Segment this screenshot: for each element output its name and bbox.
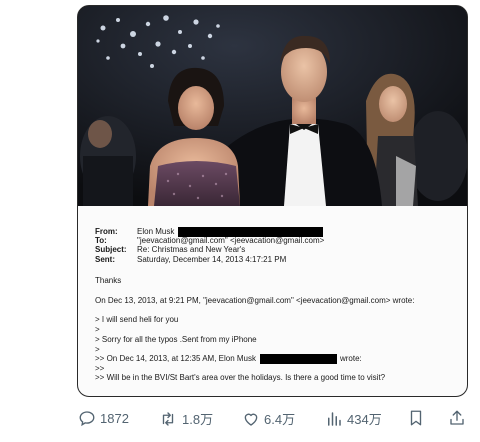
- quote-line: >: [95, 325, 100, 334]
- reply-count: 1872: [100, 410, 129, 426]
- reply-button[interactable]: 1872: [78, 409, 129, 427]
- views-button[interactable]: 434万: [325, 409, 382, 428]
- email-header: From: Elon Musk To: "jeevacation@gmail.c…: [95, 226, 324, 265]
- sent-label: Sent:: [95, 254, 115, 264]
- email-from-row: From: Elon Musk: [95, 226, 324, 237]
- email-screenshot: From: Elon Musk To: "jeevacation@gmail.c…: [78, 206, 467, 396]
- bookmark-button[interactable]: [407, 409, 425, 427]
- share-icon: [450, 410, 464, 425]
- repost-button[interactable]: 1.8万: [158, 409, 213, 428]
- heart-icon: [244, 413, 258, 426]
- quote-line: > I will send heli for you: [95, 315, 179, 324]
- quote-line: >> On Dec 14, 2013, at 12:35 AM, Elon Mu…: [95, 354, 362, 364]
- event-photo: [78, 6, 467, 206]
- redaction-bar: [259, 354, 337, 364]
- quote-line: >> Will be in the BVI/St Bart's area ove…: [95, 373, 386, 382]
- quote-line: > Sorry for all the typos .Sent from my …: [95, 335, 257, 344]
- like-count: 6.4万: [264, 412, 296, 427]
- bookmark-icon: [410, 410, 422, 426]
- email-greeting: Thanks: [95, 276, 122, 285]
- tweet-action-bar: 1872 1.8万 6.4万 434万: [0, 402, 480, 436]
- repost-icon: [162, 411, 174, 426]
- views-count: 434万: [347, 412, 382, 427]
- email-to-row: To: "jeevacation@gmail.com" <jeevacation…: [95, 236, 324, 245]
- share-button[interactable]: [448, 409, 466, 427]
- email-subject-row: Subject: Re: Christmas and New Year's: [95, 245, 324, 255]
- like-button[interactable]: 6.4万: [242, 409, 295, 428]
- quote-header: On Dec 13, 2013, at 9:21 PM, "jeevacatio…: [95, 296, 415, 305]
- quote-line-prefix: >> On Dec 14, 2013, at 12:35 AM, Elon Mu…: [95, 354, 256, 363]
- tweet-media-card[interactable]: From: Elon Musk To: "jeevacation@gmail.c…: [77, 5, 468, 397]
- views-icon: [328, 411, 341, 426]
- email-sent-row: Sent: Saturday, December 14, 2013 4:17:2…: [95, 255, 324, 264]
- sent-value: Saturday, December 14, 2013 4:17:21 PM: [137, 254, 287, 264]
- repost-count: 1.8万: [182, 412, 214, 427]
- reply-icon: [79, 411, 95, 427]
- quote-line-suffix: wrote:: [339, 354, 362, 363]
